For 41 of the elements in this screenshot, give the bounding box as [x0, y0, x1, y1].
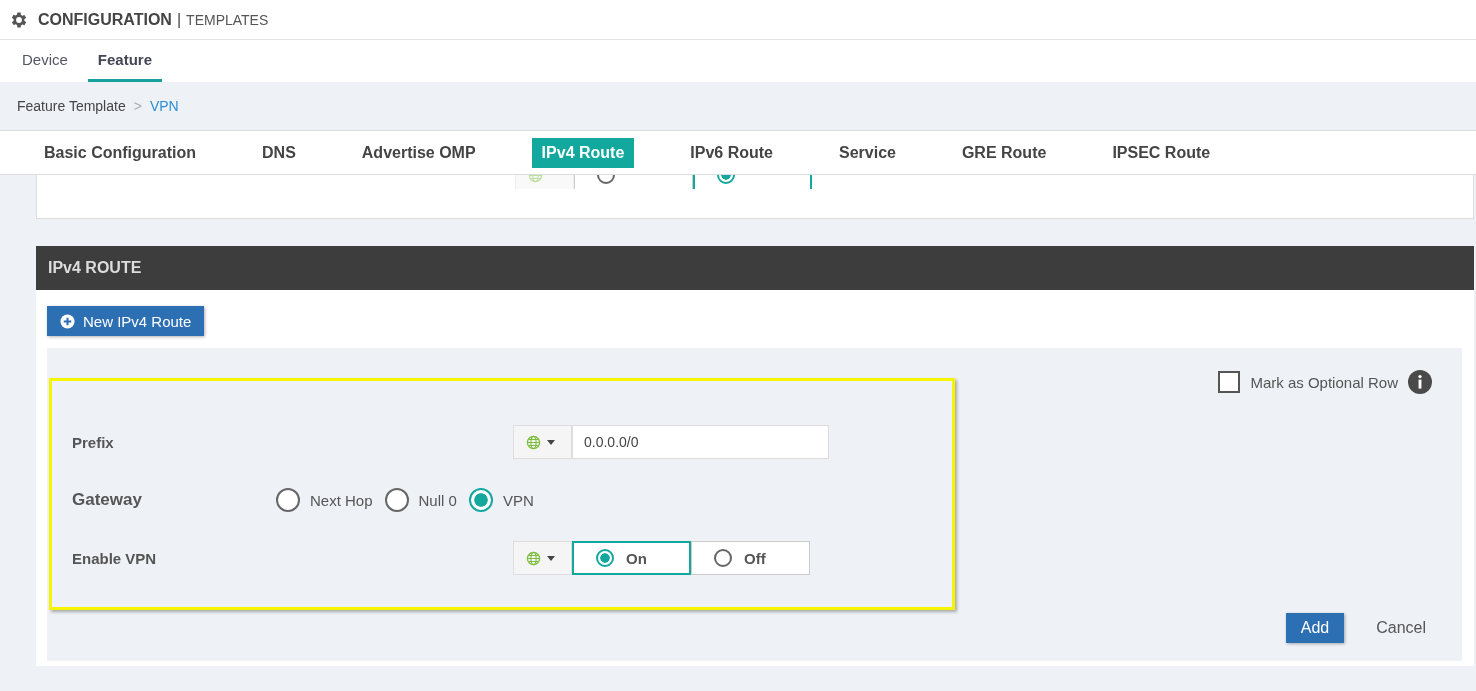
prefix-input[interactable]: 0.0.0.0/0	[572, 425, 829, 459]
globe-icon	[526, 550, 541, 566]
cancel-button[interactable]: Cancel	[1370, 618, 1432, 638]
page-title: CONFIGURATION	[38, 10, 172, 29]
radio-button[interactable]	[384, 488, 409, 512]
plus-icon	[60, 313, 75, 329]
field-label: Enable VPN	[72, 549, 158, 567]
nav-tab[interactable]: Device	[12, 40, 78, 82]
page-subtitle: TEMPLATES	[186, 11, 269, 28]
breadcrumb-current: VPN	[149, 98, 179, 114]
add-button[interactable]: Add	[1285, 613, 1345, 643]
section-tab[interactable]: Basic Configuration	[34, 137, 206, 168]
nav-tab[interactable]: Feature	[87, 40, 163, 82]
caret-icon	[547, 555, 555, 561]
scope-dropdown[interactable]	[513, 425, 572, 459]
section-tab[interactable]: GRE Route	[951, 137, 1057, 168]
globe-icon	[526, 434, 541, 450]
radio-label: Next Hop	[310, 491, 373, 509]
radio-label: VPN	[502, 491, 534, 509]
radio-button[interactable]	[276, 488, 300, 512]
radio-button[interactable]	[468, 488, 493, 512]
title-separator: |	[176, 10, 182, 29]
caret-icon	[547, 439, 555, 445]
breadcrumb-separator: >	[133, 98, 142, 114]
checkbox[interactable]	[1218, 371, 1241, 393]
section-tab[interactable]: Service	[829, 137, 906, 168]
scope-dropdown[interactable]	[513, 541, 572, 575]
field-label: Gateway	[72, 490, 143, 510]
breadcrumb-link[interactable]: Feature Template	[17, 98, 126, 114]
section-tab[interactable]: DNS	[252, 137, 306, 168]
section-header: IPv4 ROUTE	[36, 246, 1474, 290]
info-icon	[1408, 370, 1432, 394]
toggle-option[interactable]: Off	[691, 541, 810, 575]
section-tab[interactable]: Advertise OMP	[351, 137, 486, 168]
checkbox-label: Mark as Optional Row	[1250, 373, 1398, 391]
toggle-option[interactable]: On	[572, 541, 691, 575]
field-label: Prefix	[72, 433, 115, 451]
new-route-button[interactable]: New IPv4 Route	[47, 306, 205, 336]
section-tab[interactable]: IPSEC Route	[1102, 137, 1221, 168]
section-tab[interactable]: IPv6 Route	[680, 137, 783, 168]
radio-label: Null 0	[418, 491, 457, 509]
